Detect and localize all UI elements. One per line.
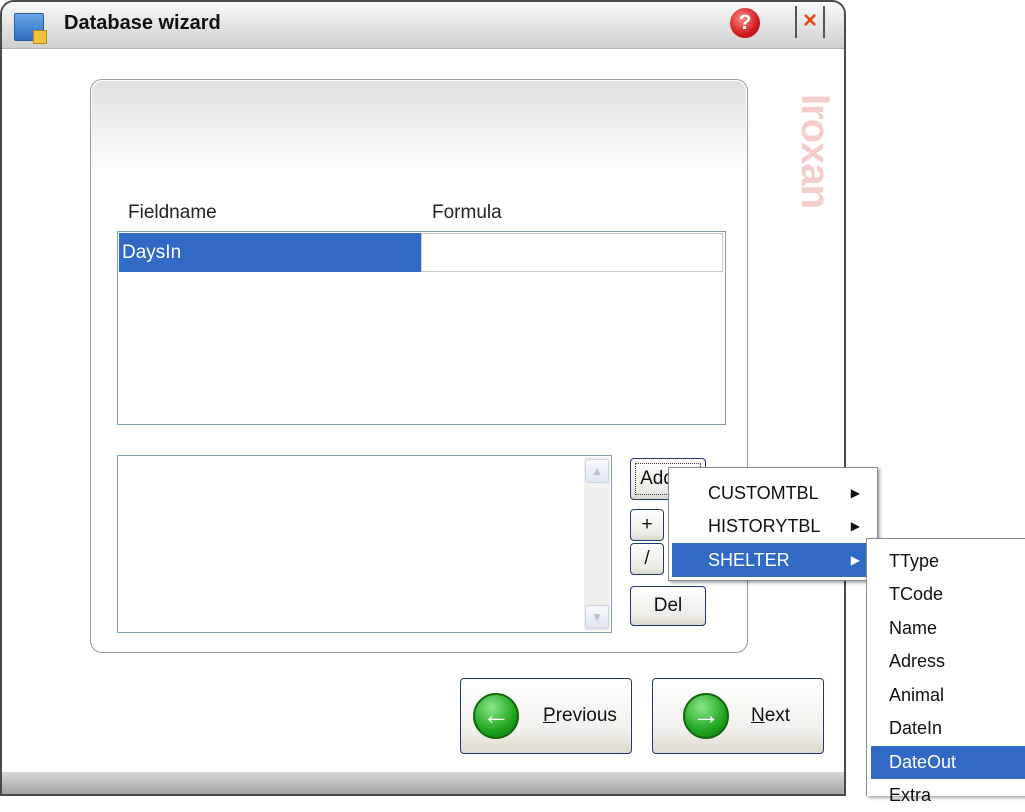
menu-item-label: SHELTER <box>708 550 790 570</box>
next-arrow-icon: → <box>683 693 729 739</box>
close-icon[interactable]: × <box>795 6 825 38</box>
window-title: Database wizard <box>64 12 221 34</box>
wizard-window: Database wizard ? × Iroxan Fieldname For… <box>0 0 846 796</box>
formula-editor[interactable]: ▲ ▼ <box>117 455 612 633</box>
column-header-fieldname: Fieldname <box>128 202 217 223</box>
app-icon <box>14 13 47 44</box>
submenu-item-ttype[interactable]: TType <box>871 545 1025 578</box>
panel-header <box>92 81 746 181</box>
previous-label: Previous <box>543 705 617 726</box>
fields-grid[interactable]: DaysIn <box>117 231 726 425</box>
grid-cell-formula[interactable] <box>421 233 723 272</box>
submenu-item-datein[interactable]: DateIn <box>871 712 1025 745</box>
field-submenu: TType TCode Name Adress Animal DateIn Da… <box>866 538 1025 805</box>
scroll-up-icon[interactable]: ▲ <box>585 459 609 483</box>
submenu-item-name[interactable]: Name <box>871 612 1025 645</box>
column-header-formula: Formula <box>432 202 502 223</box>
submenu-item-tcode[interactable]: TCode <box>871 578 1025 611</box>
submenu-item-dateout[interactable]: DateOut <box>871 746 1025 779</box>
del-button[interactable]: Del <box>630 586 706 626</box>
menu-item-shelter[interactable]: SHELTER ▶ <box>672 543 874 577</box>
submenu-arrow-icon: ▶ <box>850 553 860 567</box>
previous-arrow-icon: ← <box>473 693 519 739</box>
bottom-bar <box>2 772 844 794</box>
submenu-arrow-icon: ▶ <box>850 486 860 500</box>
help-icon[interactable]: ? <box>730 8 760 38</box>
divide-button[interactable]: / <box>630 543 664 575</box>
next-label: Next <box>751 705 791 726</box>
grid-cell-fieldname[interactable]: DaysIn <box>119 233 421 272</box>
menu-item-historytbl[interactable]: HISTORYTBL ▶ <box>672 509 874 543</box>
menu-item-label: CUSTOMTBL <box>708 483 819 503</box>
submenu-item-adress[interactable]: Adress <box>871 645 1025 678</box>
watermark-logo: Iroxan <box>793 94 837 209</box>
scroll-down-icon[interactable]: ▼ <box>585 605 609 629</box>
title-bar[interactable]: Database wizard ? × <box>2 2 844 49</box>
menu-item-label: HISTORYTBL <box>708 516 821 536</box>
submenu-arrow-icon: ▶ <box>850 519 860 533</box>
vertical-scrollbar[interactable]: ▲ ▼ <box>584 457 610 631</box>
submenu-item-animal[interactable]: Animal <box>871 679 1025 712</box>
plus-button[interactable]: + <box>630 509 664 541</box>
next-button[interactable]: → Next <box>652 678 824 754</box>
table-menu: CUSTOMTBL ▶ HISTORYTBL ▶ SHELTER ▶ <box>668 467 878 581</box>
menu-item-customtbl[interactable]: CUSTOMTBL ▶ <box>672 476 874 510</box>
previous-button[interactable]: ← Previous <box>460 678 632 754</box>
